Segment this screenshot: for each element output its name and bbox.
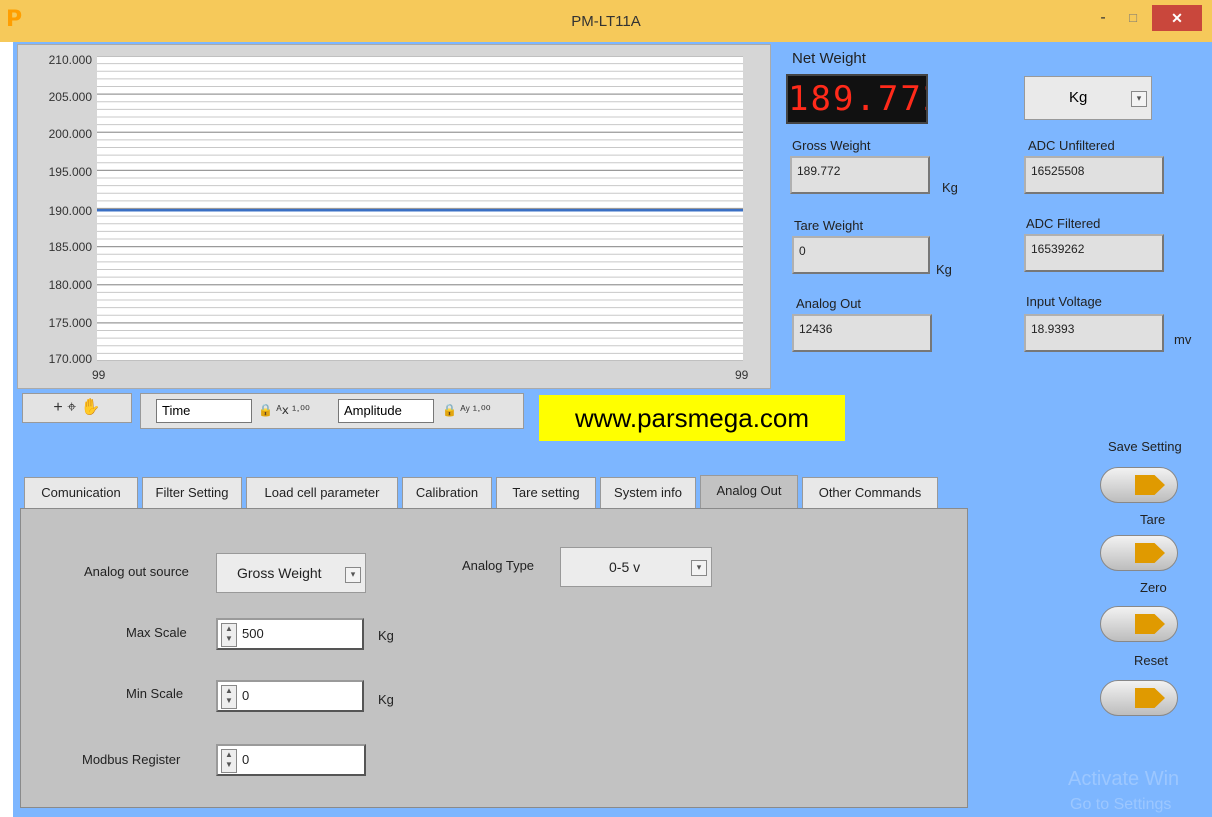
analog-type-label: Analog Type [462,558,535,573]
adc-filtered-label: ADC Filtered [1026,216,1101,231]
play-icon [1135,543,1165,563]
adc-unfiltered-value: 16525508 [1024,156,1164,194]
tare-label: Tare [1140,512,1166,527]
play-icon [1135,614,1165,634]
min-scale-value: 0 [242,688,250,703]
close-button[interactable]: ✕ [1152,5,1202,31]
minimize-button[interactable]: - [1092,8,1114,30]
save-setting-label: Save Setting [1108,439,1182,454]
tab-filter-setting[interactable]: Filter Setting [142,477,242,509]
input-voltage-label: Input Voltage [1026,294,1102,309]
adc-unfiltered-label: ADC Unfiltered [1028,138,1115,153]
max-scale-unit: Kg [378,628,394,643]
analog-type-value: 0-5 v [609,559,641,575]
max-scale-input[interactable]: ▲ ▼ 500 [216,618,364,650]
increment-decrement-icon[interactable]: ▲ ▼ [221,623,237,647]
y-tick-label: 205.000 [48,90,92,104]
analog-out-value: 12436 [792,314,932,352]
graph-palette[interactable]: + ⌖ ✋ [22,393,132,423]
y-tick-label: 180.000 [48,278,92,292]
input-voltage-value: 18.9393 [1024,314,1164,352]
y-axis-scale-icon[interactable]: 🔒 ᴬʸ ¹·⁰⁰ [442,403,491,417]
modbus-register-label: Modbus Register [82,752,181,767]
y-tick-label: 170.000 [48,352,92,366]
x-axis-name-field[interactable]: Time [156,399,252,423]
dropdown-arrow-icon: ▾ [345,567,361,583]
unit-selected-value: Kg [1069,89,1088,106]
window-title: PM-LT11A [571,13,641,30]
play-icon [1135,688,1165,708]
reset-button[interactable] [1100,680,1178,716]
x-tick-label: 99 [92,368,106,382]
increment-decrement-icon[interactable]: ▲ ▼ [221,685,237,709]
zero-label: Zero [1140,580,1167,595]
analog-out-source-label: Analog out source [84,564,189,579]
dropdown-arrow-icon: ▾ [1131,91,1147,107]
tab-tare-setting[interactable]: Tare setting [496,477,596,509]
maximize-button[interactable]: □ [1122,8,1144,30]
website-banner: www.parsmega.com [539,395,845,441]
x-tick-label: 99 [735,368,749,382]
tare-weight-label: Tare Weight [794,218,864,233]
net-weight-label: Net Weight [792,50,866,67]
tab-analog-out[interactable]: Analog Out [700,475,798,511]
gross-weight-label: Gross Weight [792,138,871,153]
y-tick-label: 195.000 [48,165,92,179]
x-axis-scale-icon[interactable]: 🔒 ᴬⅹ ¹·⁰⁰ [258,403,310,417]
play-icon [1135,475,1165,495]
analog-out-source-value: Gross Weight [237,565,322,581]
tare-weight-unit: Kg [936,262,952,277]
activation-watermark: Activate Win [1068,768,1180,790]
plot-area[interactable] [97,56,743,361]
max-scale-label: Max Scale [126,625,187,640]
increment-decrement-icon[interactable]: ▲ ▼ [221,749,237,773]
input-voltage-unit: mv [1174,332,1192,347]
modbus-register-value: 0 [242,752,250,767]
zero-button[interactable] [1100,606,1178,642]
dropdown-arrow-icon: ▾ [691,560,707,576]
tab-comunication[interactable]: Comunication [24,477,138,509]
y-axis-name-field[interactable]: Amplitude [338,399,434,423]
tare-weight-value: 0 [792,236,930,274]
y-tick-label: 175.000 [48,316,92,330]
min-scale-unit: Kg [378,692,394,707]
min-scale-label: Min Scale [126,686,184,701]
modbus-register-input[interactable]: ▲ ▼ 0 [216,744,366,776]
y-tick-label: 185.000 [48,240,92,254]
y-tick-label: 210.000 [48,53,92,67]
y-tick-label: 200.000 [48,127,92,141]
min-scale-input[interactable]: ▲ ▼ 0 [216,680,364,712]
analog-out-source-dropdown[interactable]: Gross Weight ▾ [216,553,366,593]
tab-other-commands[interactable]: Other Commands [802,477,938,509]
unit-dropdown[interactable]: Kg ▾ [1024,76,1152,120]
analog-out-label: Analog Out [796,296,862,311]
reset-label: Reset [1134,653,1168,668]
analog-type-dropdown[interactable]: 0-5 v ▾ [560,547,712,587]
net-weight-display: 189.772 [786,74,928,124]
activation-watermark-sub: Go to Settings [1070,796,1172,813]
max-scale-value: 500 [242,626,264,641]
save-setting-button[interactable] [1100,467,1178,503]
tab-calibration[interactable]: Calibration [402,477,492,509]
tab-load-cell-parameter[interactable]: Load cell parameter [246,477,398,509]
gross-weight-value: 189.772 [790,156,930,194]
tare-button[interactable] [1100,535,1178,571]
adc-filtered-value: 16539262 [1024,234,1164,272]
gross-weight-unit: Kg [942,180,958,195]
tab-system-info[interactable]: System info [600,477,696,509]
y-tick-label: 190.000 [48,204,92,218]
